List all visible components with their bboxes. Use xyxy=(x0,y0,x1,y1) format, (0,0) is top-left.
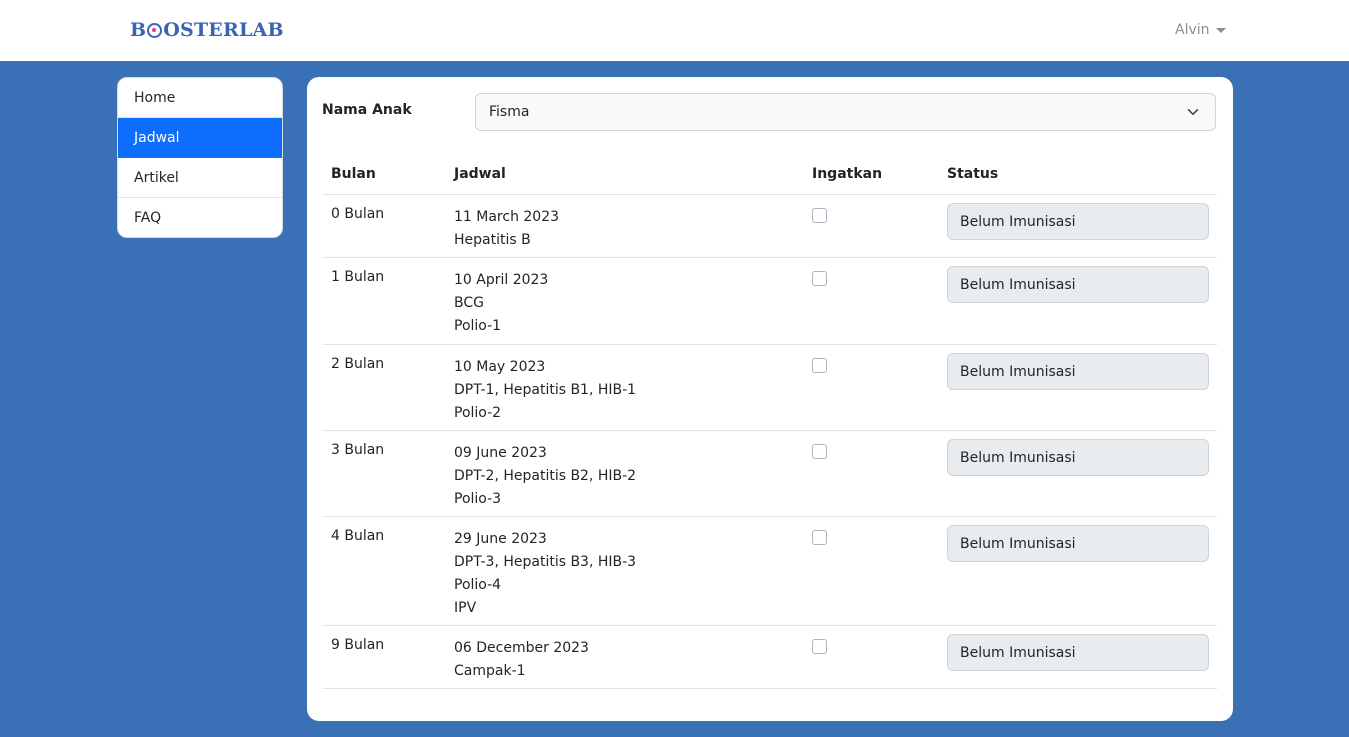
table-row: 0 Bulan 11 March 2023 Hepatitis B Belum … xyxy=(323,195,1217,258)
reminder-checkbox[interactable] xyxy=(812,358,827,373)
row-vaccine: Campak-1 xyxy=(454,663,526,679)
child-name-value: Fisma xyxy=(489,104,530,120)
row-jadwal: 11 March 2023 Hepatitis B xyxy=(454,206,559,252)
row-vaccine: DPT-3, Hepatitis B3, HIB-3 xyxy=(454,554,637,570)
table-row: 2 Bulan 10 May 2023 DPT-1, Hepatitis B1,… xyxy=(323,345,1217,431)
status-text: Belum Imunisasi xyxy=(960,644,1076,661)
row-date: 09 June 2023 xyxy=(454,445,547,461)
header-jadwal: Jadwal xyxy=(454,166,506,182)
header-status: Status xyxy=(947,166,999,182)
status-field: Belum Imunisasi xyxy=(947,439,1209,476)
sidebar-item-faq[interactable]: FAQ xyxy=(118,198,282,237)
row-jadwal: 09 June 2023 DPT-2, Hepatitis B2, HIB-2 … xyxy=(454,442,636,511)
reminder-checkbox[interactable] xyxy=(812,639,827,654)
row-vaccine: IPV xyxy=(454,600,477,616)
row-date: 11 March 2023 xyxy=(454,209,560,225)
top-navbar: B OSTERLAB Alvin xyxy=(0,0,1349,61)
row-vaccine: BCG xyxy=(454,295,484,311)
table-row: 3 Bulan 09 June 2023 DPT-2, Hepatitis B2… xyxy=(323,431,1217,517)
status-field: Belum Imunisasi xyxy=(947,525,1209,562)
status-field: Belum Imunisasi xyxy=(947,353,1209,390)
row-jadwal: 10 April 2023 BCG Polio-1 xyxy=(454,269,548,338)
row-bulan: 2 Bulan xyxy=(331,356,385,372)
header-bulan: Bulan xyxy=(331,166,376,182)
child-name-label: Nama Anak xyxy=(322,102,412,118)
row-jadwal: 10 May 2023 DPT-1, Hepatitis B1, HIB-1 P… xyxy=(454,356,636,425)
row-jadwal: 29 June 2023 DPT-3, Hepatitis B3, HIB-3 … xyxy=(454,528,636,620)
header-ingatkan: Ingatkan xyxy=(812,166,883,182)
sidebar-item-label: Home xyxy=(134,89,176,106)
table-row: 9 Bulan 06 December 2023 Campak-1 Belum … xyxy=(323,626,1217,689)
row-bulan: 9 Bulan xyxy=(331,637,385,653)
row-vaccine: Polio-4 xyxy=(454,577,502,593)
row-vaccine: Polio-3 xyxy=(454,491,502,507)
row-date: 10 May 2023 xyxy=(454,359,546,375)
sidebar-item-label: Artikel xyxy=(134,169,179,186)
sidebar-item-label: FAQ xyxy=(134,210,162,226)
status-text: Belum Imunisasi xyxy=(960,535,1076,552)
row-vaccine: DPT-1, Hepatitis B1, HIB-1 xyxy=(454,382,637,398)
sidebar-item-jadwal[interactable]: Jadwal xyxy=(118,118,282,158)
status-field: Belum Imunisasi xyxy=(947,634,1209,671)
row-date: 10 April 2023 xyxy=(454,272,549,288)
status-text: Belum Imunisasi xyxy=(960,449,1076,466)
sidebar-item-home[interactable]: Home xyxy=(118,78,282,118)
child-name-select[interactable]: Fisma xyxy=(475,93,1216,131)
sidebar-item-artikel[interactable]: Artikel xyxy=(118,158,282,198)
row-jadwal: 06 December 2023 Campak-1 xyxy=(454,637,589,683)
status-field: Belum Imunisasi xyxy=(947,266,1209,303)
reminder-checkbox[interactable] xyxy=(812,271,827,286)
row-bulan: 0 Bulan xyxy=(331,206,385,222)
row-date: 06 December 2023 xyxy=(454,640,589,656)
brand-prefix: B xyxy=(130,19,147,41)
table-row: 1 Bulan 10 April 2023 BCG Polio-1 Belum … xyxy=(323,258,1217,345)
row-date: 29 June 2023 xyxy=(454,531,547,547)
row-vaccine: Hepatitis B xyxy=(454,232,531,248)
row-bulan: 1 Bulan xyxy=(331,269,385,285)
schedule-table: Bulan Jadwal Ingatkan Status 0 Bulan 11 … xyxy=(323,153,1217,689)
brand-suffix: OSTERLAB xyxy=(163,19,284,41)
sidebar-item-label: Jadwal xyxy=(134,129,180,146)
sidebar-nav: Home Jadwal Artikel FAQ xyxy=(117,77,283,238)
row-bulan: 3 Bulan xyxy=(331,442,385,458)
row-vaccine: Polio-2 xyxy=(454,405,502,421)
row-vaccine: DPT-2, Hepatitis B2, HIB-2 xyxy=(454,468,637,484)
table-header: Bulan Jadwal Ingatkan Status xyxy=(323,153,1217,195)
brand-logo[interactable]: B OSTERLAB xyxy=(130,16,284,44)
caret-down-icon xyxy=(1215,28,1226,33)
status-text: Belum Imunisasi xyxy=(960,363,1076,380)
chevron-down-icon xyxy=(1187,109,1199,115)
status-field: Belum Imunisasi xyxy=(947,203,1209,240)
user-menu-dropdown[interactable]: Alvin xyxy=(1175,20,1226,40)
status-text: Belum Imunisasi xyxy=(960,213,1076,230)
table-row: 4 Bulan 29 June 2023 DPT-3, Hepatitis B3… xyxy=(323,517,1217,626)
reminder-checkbox[interactable] xyxy=(812,208,827,223)
row-bulan: 4 Bulan xyxy=(331,528,385,544)
schedule-card: Nama Anak Fisma Bulan Jadwal Ingatkan St… xyxy=(307,77,1233,721)
status-text: Belum Imunisasi xyxy=(960,276,1076,293)
user-name: Alvin xyxy=(1175,22,1210,38)
row-vaccine: Polio-1 xyxy=(454,318,502,334)
reminder-checkbox[interactable] xyxy=(812,530,827,545)
reminder-checkbox[interactable] xyxy=(812,444,827,459)
brand-mark-icon xyxy=(147,22,163,38)
